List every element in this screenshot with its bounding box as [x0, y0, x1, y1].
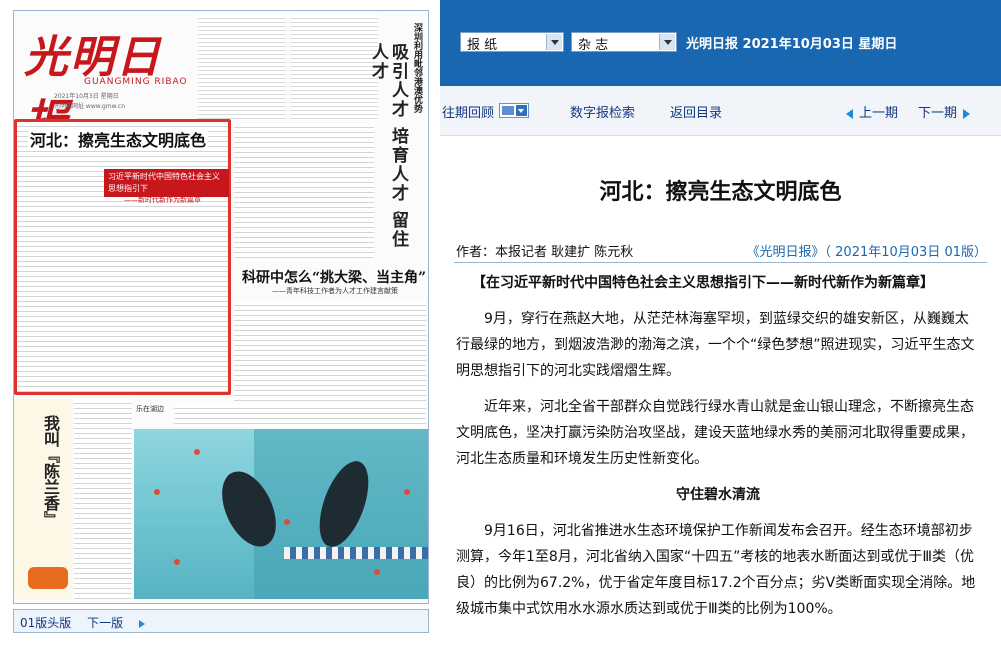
- newspaper-select-value: 报 纸: [467, 38, 498, 53]
- past-review-link[interactable]: 往期回顾: [442, 102, 494, 121]
- article-paragraph: 近年来，河北全省干部群众自觉践行绿水青山就是金山银山理念，不断擦亮生态文明底色，…: [456, 399, 974, 467]
- swimmer: [174, 559, 180, 565]
- article-intro: 【在习近平新时代中国特色社会主义思想指引下——新时代新作为新篇章】: [472, 275, 934, 291]
- article-panel: 报 纸 杂 志 光明日报 2021年10月03日 星期日 往期回顾 数字报检索 …: [440, 0, 1001, 648]
- current-page-link[interactable]: 01版头版: [20, 616, 71, 630]
- chevron-down-icon: [516, 105, 527, 116]
- top-bar: 报 纸 杂 志 光明日报 2021年10月03日 星期日: [440, 0, 1001, 86]
- newspaper-page-image[interactable]: 光明日报 GUANGMING RIBAO 2021年10月3日 星期日 光明网网…: [13, 10, 429, 604]
- arrow-left-icon: [846, 108, 853, 119]
- side-column-title: 我叫『陈兰香』: [41, 415, 60, 527]
- prev-issue-link[interactable]: 上一期: [846, 102, 898, 121]
- article-title: 河北：擦亮生态文明底色: [599, 180, 842, 205]
- page-nav-bar: 01版头版 下一版: [13, 609, 429, 633]
- next-issue-link[interactable]: 下一期: [918, 102, 971, 121]
- back-to-index-link[interactable]: 返回目录: [670, 102, 722, 121]
- vertical-headline-block[interactable]: 深圳利用毗邻港澳优势 吸引人才 培育人才 留住人才: [368, 23, 428, 253]
- next-page-link[interactable]: 下一版: [87, 616, 157, 630]
- article-paragraph: 9月，穿行在燕赵大地，从茫茫林海塞罕坝，到蓝绿交织的雄安新区，从巍巍太行最绿的地…: [456, 311, 975, 379]
- front-page-photo[interactable]: [134, 429, 428, 599]
- article-paragraph: 9月16日，河北省推进水生态环境保护工作新闻发布会召开。经生态环境部初步测算，今…: [456, 523, 976, 617]
- chevron-down-icon: [546, 34, 562, 50]
- swimmer: [154, 489, 160, 495]
- vertical-kicker: 深圳利用毗邻港澳优势: [412, 23, 422, 113]
- chevron-down-icon: [659, 34, 675, 50]
- magazine-select-value: 杂 志: [578, 38, 609, 53]
- vertical-headline: 吸引人才 培育人才 留住人才: [368, 43, 408, 249]
- lead-article-title[interactable]: 河北：擦亮生态文明底色: [28, 127, 209, 151]
- next-issue-label: 下一期: [918, 106, 958, 121]
- swimmer: [374, 569, 380, 575]
- article-subheading: 守住碧水清流: [676, 487, 760, 503]
- arrow-right-icon: [138, 619, 145, 628]
- lead-article-highlight[interactable]: [14, 119, 231, 395]
- feature-title[interactable]: 科研中怎么“挑大梁、当主角”: [242, 267, 427, 287]
- next-page-label: 下一版: [87, 616, 124, 630]
- photo-caption-text: [174, 404, 426, 426]
- issue-date: 光明日报 2021年10月03日 星期日: [686, 37, 898, 52]
- text-column: [74, 399, 132, 599]
- magazine-select[interactable]: 杂 志: [571, 32, 677, 53]
- photo-caption-label: 乐在湖边: [136, 404, 164, 414]
- text-column: [290, 15, 378, 120]
- swimmer: [194, 449, 200, 455]
- text-column: [234, 123, 374, 261]
- side-column-logo: [28, 567, 68, 589]
- column-banner-sub: ——新时代新作为新篇章: [124, 196, 201, 204]
- text-column: [198, 15, 286, 120]
- newspaper-select[interactable]: 报 纸: [460, 32, 564, 53]
- arrow-right-icon: [963, 108, 971, 119]
- swimmer: [284, 519, 290, 525]
- feature-subtitle: ——青年科技工作者为人才工作建言献策: [272, 286, 398, 296]
- prev-issue-label: 上一期: [859, 106, 899, 121]
- masthead-english: GUANGMING RIBAO: [84, 77, 188, 87]
- article-source: 《光明日报》（ 2021年10月03日 01版）: [746, 245, 987, 260]
- masthead-date: 2021年10月3日 星期日: [54, 93, 119, 100]
- column-banner: 习近平新时代中国特色社会主义思想指引下: [104, 169, 229, 197]
- newspaper-panel: 光明日报 GUANGMING RIBAO 2021年10月3日 星期日 光明网网…: [0, 0, 440, 648]
- photo-lane-rope: [284, 547, 428, 559]
- divider: [454, 262, 987, 263]
- swimmer: [404, 489, 410, 495]
- page-icon: [502, 106, 514, 115]
- article-content: 【在习近平新时代中国特色社会主义思想指引下——新时代新作为新篇章】 9月，穿行在…: [456, 270, 980, 632]
- masthead-site: 光明网网址 www.gmw.cn: [54, 103, 126, 110]
- side-column[interactable]: 我叫『陈兰香』: [14, 399, 72, 599]
- nav-bar: 往期回顾 数字报检索 返回目录 上一期 下一期: [440, 86, 1001, 136]
- article-author: 作者：本报记者 耿建扩 陈元秋: [456, 245, 634, 260]
- version-select[interactable]: [499, 103, 529, 118]
- masthead: 光明日报 GUANGMING RIBAO 2021年10月3日 星期日 光明网网…: [14, 11, 194, 147]
- digital-search-link[interactable]: 数字报检索: [570, 102, 635, 121]
